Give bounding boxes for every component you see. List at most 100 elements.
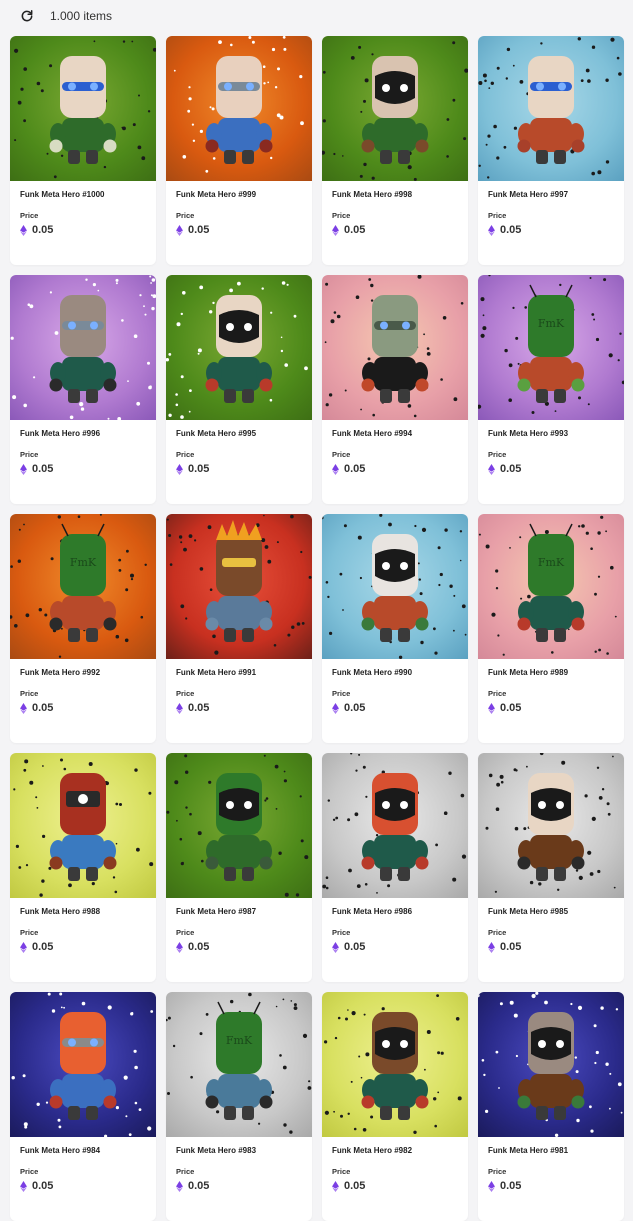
nft-thumbnail[interactable] [166,753,312,898]
nft-card[interactable]: Funk Meta Hero #996 Price 0.05 [10,275,156,504]
nft-thumbnail[interactable] [478,992,624,1137]
price-value: 0.05 [500,702,522,714]
nft-card[interactable]: FmK Funk Meta Hero #993 Price 0.05 [478,275,624,504]
nft-name[interactable]: Funk Meta Hero #981 [488,1146,614,1155]
nft-thumbnail[interactable] [166,275,312,420]
nft-thumbnail[interactable]: FmK [478,275,624,420]
ethereum-icon [176,224,183,236]
nft-name[interactable]: Funk Meta Hero #983 [176,1146,302,1155]
price-value: 0.05 [500,1180,522,1192]
nft-thumbnail[interactable] [478,753,624,898]
price-label: Price [176,928,195,937]
nft-card[interactable]: Funk Meta Hero #988 Price 0.05 [10,753,156,982]
nft-thumbnail[interactable] [322,514,468,659]
nft-name[interactable]: Funk Meta Hero #997 [488,190,614,199]
nft-thumbnail[interactable]: FmK [166,992,312,1137]
nft-thumbnail[interactable] [322,992,468,1137]
price-label: Price [488,450,507,459]
price-value: 0.05 [188,941,210,953]
nft-card[interactable]: FmK Funk Meta Hero #992 Price 0.05 [10,514,156,743]
nft-artwork [322,992,468,1137]
nft-thumbnail[interactable] [10,275,156,420]
price-label: Price [176,450,195,459]
price-label: Price [332,450,351,459]
price-value: 0.05 [188,224,210,236]
nft-name[interactable]: Funk Meta Hero #993 [488,429,614,438]
nft-name[interactable]: Funk Meta Hero #989 [488,668,614,677]
ethereum-icon [332,463,339,475]
nft-card[interactable]: Funk Meta Hero #987 Price 0.05 [166,753,312,982]
nft-card[interactable]: Funk Meta Hero #994 Price 0.05 [322,275,468,504]
nft-card[interactable]: Funk Meta Hero #990 Price 0.05 [322,514,468,743]
price-value: 0.05 [32,702,54,714]
nft-artwork: FmK [478,514,624,659]
price-row: 0.05 [488,224,614,236]
price-row: 0.05 [332,941,458,953]
nft-thumbnail[interactable] [166,36,312,181]
price-value: 0.05 [188,702,210,714]
nft-card[interactable]: Funk Meta Hero #1000 Price 0.05 [10,36,156,265]
nft-card[interactable]: Funk Meta Hero #995 Price 0.05 [166,275,312,504]
refresh-icon[interactable] [18,7,36,25]
nft-name[interactable]: Funk Meta Hero #988 [20,907,146,916]
price-row: 0.05 [488,463,614,475]
nft-card[interactable]: Funk Meta Hero #991 Price 0.05 [166,514,312,743]
nft-name[interactable]: Funk Meta Hero #1000 [20,190,146,199]
price-row: 0.05 [332,702,458,714]
nft-name[interactable]: Funk Meta Hero #985 [488,907,614,916]
price-label: Price [488,211,507,220]
nft-card[interactable]: Funk Meta Hero #999 Price 0.05 [166,36,312,265]
nft-name[interactable]: Funk Meta Hero #995 [176,429,302,438]
nft-artwork [10,992,156,1137]
refresh-icon-glyph [21,9,33,22]
nft-info: Funk Meta Hero #987 Price 0.05 [166,898,312,953]
price-row: 0.05 [488,941,614,953]
nft-name[interactable]: Funk Meta Hero #996 [20,429,146,438]
nft-info: Funk Meta Hero #991 Price 0.05 [166,659,312,714]
nft-name[interactable]: Funk Meta Hero #999 [176,190,302,199]
nft-card[interactable]: Funk Meta Hero #984 Price 0.05 [10,992,156,1221]
nft-thumbnail[interactable] [322,36,468,181]
nft-card[interactable]: Funk Meta Hero #982 Price 0.05 [322,992,468,1221]
svg-text:FmK: FmK [70,556,97,569]
nft-card[interactable]: FmK Funk Meta Hero #983 Price 0.05 [166,992,312,1221]
nft-card[interactable]: Funk Meta Hero #985 Price 0.05 [478,753,624,982]
nft-thumbnail[interactable]: FmK [478,514,624,659]
nft-thumbnail[interactable] [10,992,156,1137]
nft-thumbnail[interactable] [322,753,468,898]
price-row: 0.05 [20,941,146,953]
ethereum-icon [20,463,27,475]
nft-name[interactable]: Funk Meta Hero #994 [332,429,458,438]
nft-info: Funk Meta Hero #983 Price 0.05 [166,1137,312,1192]
nft-thumbnail[interactable] [478,36,624,181]
nft-card[interactable]: FmK Funk Meta Hero #989 Price 0.05 [478,514,624,743]
ethereum-icon [20,941,27,953]
ethereum-icon [176,702,183,714]
nft-card[interactable]: Funk Meta Hero #998 Price 0.05 [322,36,468,265]
nft-name[interactable]: Funk Meta Hero #987 [176,907,302,916]
price-label: Price [176,689,195,698]
nft-thumbnail[interactable]: FmK [10,514,156,659]
nft-thumbnail[interactable] [166,514,312,659]
nft-info: Funk Meta Hero #994 Price 0.05 [322,420,468,475]
nft-artwork [10,753,156,898]
nft-name[interactable]: Funk Meta Hero #982 [332,1146,458,1155]
nft-thumbnail[interactable] [322,275,468,420]
nft-name[interactable]: Funk Meta Hero #986 [332,907,458,916]
nft-card[interactable]: Funk Meta Hero #997 Price 0.05 [478,36,624,265]
nft-card[interactable]: Funk Meta Hero #986 Price 0.05 [322,753,468,982]
price-row: 0.05 [20,463,146,475]
ethereum-icon [332,224,339,236]
nft-name[interactable]: Funk Meta Hero #998 [332,190,458,199]
nft-name[interactable]: Funk Meta Hero #991 [176,668,302,677]
ethereum-icon [332,1180,339,1192]
nft-thumbnail[interactable] [10,753,156,898]
nft-name[interactable]: Funk Meta Hero #992 [20,668,146,677]
ethereum-icon [332,702,339,714]
nft-name[interactable]: Funk Meta Hero #984 [20,1146,146,1155]
price-value: 0.05 [344,463,366,475]
nft-info: Funk Meta Hero #995 Price 0.05 [166,420,312,475]
nft-name[interactable]: Funk Meta Hero #990 [332,668,458,677]
nft-thumbnail[interactable] [10,36,156,181]
nft-card[interactable]: Funk Meta Hero #981 Price 0.05 [478,992,624,1221]
